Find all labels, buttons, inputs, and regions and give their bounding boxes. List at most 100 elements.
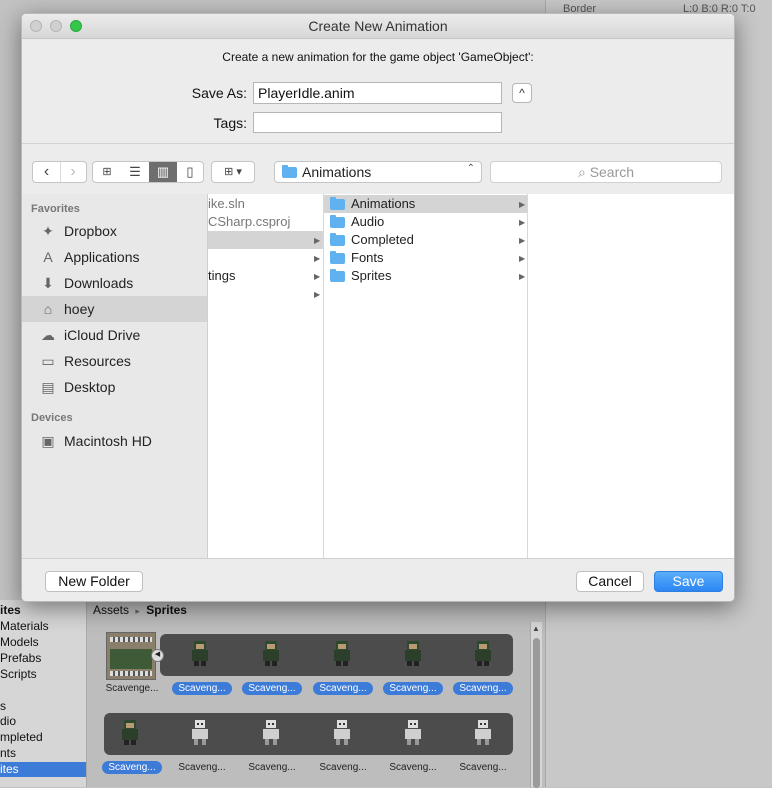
collapse-icon[interactable]: ◀	[151, 649, 164, 662]
folder-row[interactable]: tings	[208, 267, 323, 285]
asset-label: Scaveng...	[242, 682, 302, 695]
disclosure-arrow-icon: ▶	[519, 272, 526, 281]
folder-row-audio[interactable]: Audio	[324, 213, 527, 231]
asset-label: Scaveng...	[319, 762, 367, 773]
folder-label: Fonts	[351, 250, 384, 265]
player-sprite-icon[interactable]	[119, 718, 141, 746]
new-folder-button[interactable]: New Folder	[45, 571, 143, 592]
disclosure-arrow-icon: ▶	[314, 254, 321, 263]
location-popup[interactable]: Animations ⌃	[274, 161, 482, 183]
tree-item[interactable]: ites	[0, 603, 86, 618]
arrange-grid-icon: ⊞ ▾	[224, 166, 242, 178]
asset-item[interactable]: Scaveng...	[450, 682, 516, 695]
sidebar-item-label: Macintosh HD	[64, 433, 152, 449]
player-sprite-icon[interactable]	[189, 639, 211, 667]
spritesheet-thumbnail[interactable]	[106, 632, 156, 680]
location-label: Animations	[302, 164, 372, 180]
tree-item[interactable]: Prefabs	[0, 651, 86, 666]
breadcrumb: Assets ▸ Sprites	[93, 603, 187, 617]
enemy-sprite-icon[interactable]	[402, 718, 424, 746]
icon-view-icon[interactable]: ⊞	[93, 162, 121, 182]
folder-icon	[330, 251, 345, 265]
folder-row-fonts[interactable]: Fonts	[324, 249, 527, 267]
scroll-thumb[interactable]	[533, 638, 540, 788]
enemy-sprite-icon[interactable]	[260, 718, 282, 746]
sidebar-item-hoey[interactable]: ⌂ hoey	[22, 296, 207, 322]
folder-row[interactable]	[208, 231, 323, 249]
column-view-icon[interactable]: ▥	[149, 162, 177, 182]
breadcrumb-leaf[interactable]: Sprites	[146, 603, 187, 617]
folder-label: Completed	[351, 232, 414, 247]
sidebar-item-label: Desktop	[64, 379, 116, 395]
save-as-field[interactable]: PlayerIdle.anim	[253, 82, 502, 104]
player-sprite-icon[interactable]	[402, 639, 424, 667]
player-sprite-icon[interactable]	[260, 639, 282, 667]
asset-item[interactable]: Scavenge...	[99, 682, 165, 695]
tree-item[interactable]: mpleted	[0, 730, 86, 745]
asset-item[interactable]: Scaveng...	[239, 761, 305, 774]
back-chevron-icon[interactable]: ‹	[33, 162, 61, 182]
asset-item[interactable]: Scaveng...	[450, 761, 516, 774]
folder-row-sprites[interactable]: Sprites	[324, 267, 527, 285]
asset-item[interactable]: Scaveng...	[380, 761, 446, 774]
cancel-button[interactable]: Cancel	[576, 571, 644, 592]
tags-field[interactable]	[253, 112, 502, 133]
dropbox-icon: ✦	[42, 223, 54, 239]
folder-row[interactable]	[208, 285, 323, 303]
file-row[interactable]: ike.sln	[208, 195, 245, 213]
asset-item[interactable]: Scaveng...	[169, 682, 235, 695]
sidebar-item-icloud[interactable]: ☁ iCloud Drive	[22, 322, 207, 348]
devices-header: Devices	[31, 412, 73, 424]
save-as-label: Save As:	[191, 85, 247, 101]
sidebar-item-downloads[interactable]: ⬇ Downloads	[22, 270, 207, 296]
folder-row-completed[interactable]: Completed	[324, 231, 527, 249]
file-row[interactable]: CSharp.csproj	[208, 213, 290, 231]
sidebar-item-applications[interactable]: A Applications	[22, 244, 207, 270]
breadcrumb-root[interactable]: Assets	[93, 603, 129, 617]
player-sprite-icon[interactable]	[472, 639, 494, 667]
scroll-up-icon[interactable]: ▲	[532, 624, 540, 633]
breadcrumb-separator: ▸	[135, 606, 140, 616]
collapse-chevron-up-icon[interactable]: ^	[512, 83, 532, 103]
search-field[interactable]: ⌕ Search	[490, 161, 722, 183]
coverflow-view-icon[interactable]: ▯	[177, 162, 203, 182]
arrange-button[interactable]: ⊞ ▾	[211, 161, 255, 183]
folder-row[interactable]	[208, 249, 323, 267]
enemy-sprite-icon[interactable]	[472, 718, 494, 746]
forward-chevron-icon[interactable]: ›	[60, 162, 86, 182]
list-view-icon[interactable]: ☰	[121, 162, 149, 182]
applications-icon: A	[43, 249, 53, 265]
asset-item[interactable]: Scaveng...	[99, 761, 165, 774]
save-button[interactable]: Save	[654, 571, 723, 592]
tree-item[interactable]: s	[0, 699, 86, 714]
tree-item[interactable]: dio	[0, 714, 86, 729]
asset-item[interactable]: Scaveng...	[310, 682, 376, 695]
search-placeholder: Search	[589, 164, 635, 180]
asset-label: Scaveng...	[389, 762, 437, 773]
dialog-title: Create New Animation	[308, 18, 448, 34]
disclosure-arrow-icon: ▶	[519, 236, 526, 245]
sidebar-item-dropbox[interactable]: ✦ Dropbox	[22, 218, 207, 244]
asset-item[interactable]: Scaveng...	[310, 761, 376, 774]
tree-item[interactable]: Scripts	[0, 667, 86, 682]
folder-outline-icon: ▭	[41, 353, 55, 369]
tree-item[interactable]: ites	[0, 762, 86, 777]
search-icon: ⌕	[577, 164, 586, 180]
sidebar-item-desktop[interactable]: ▤ Desktop	[22, 374, 207, 400]
player-sprite-icon[interactable]	[331, 639, 353, 667]
tree-item[interactable]: nts	[0, 746, 86, 761]
sidebar-item-resources[interactable]: ▭ Resources	[22, 348, 207, 374]
asset-item[interactable]: Scaveng...	[380, 682, 446, 695]
folder-row-animations[interactable]: Animations	[324, 195, 527, 213]
assets-scrollbar[interactable]: ▲	[530, 622, 542, 788]
asset-item[interactable]: Scaveng...	[239, 682, 305, 695]
sidebar-item-macintosh-hd[interactable]: ▣ Macintosh HD	[22, 428, 207, 454]
asset-item[interactable]: Scaveng...	[169, 761, 235, 774]
tree-item[interactable]: Materials	[0, 619, 86, 634]
folder-label: Sprites	[351, 268, 392, 283]
enemy-sprite-icon[interactable]	[189, 718, 211, 746]
asset-label: Scaveng...	[178, 762, 226, 773]
folder-icon	[330, 215, 345, 229]
enemy-sprite-icon[interactable]	[331, 718, 353, 746]
tree-item[interactable]: Models	[0, 635, 86, 650]
